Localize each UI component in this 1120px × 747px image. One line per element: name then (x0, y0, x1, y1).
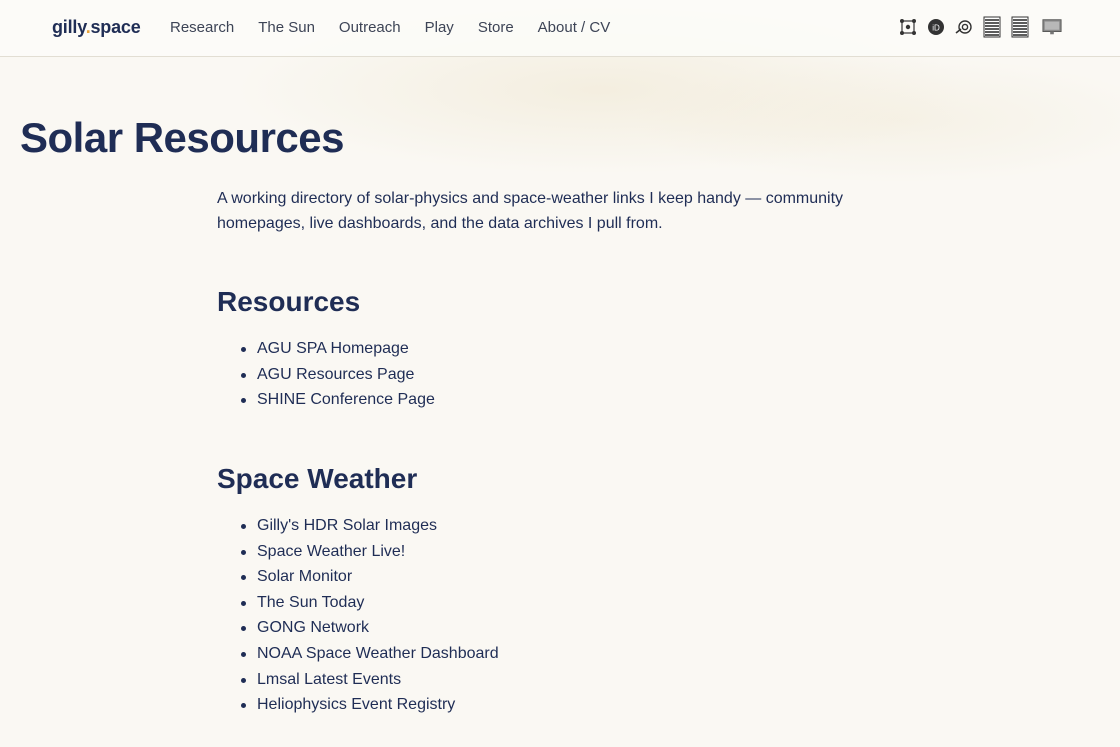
list-item: NOAA Space Weather Dashboard (241, 641, 499, 667)
intro-paragraph: A working directory of solar-physics and… (217, 190, 844, 232)
section-heading-space-weather: Space Weather (217, 463, 418, 494)
network-icon[interactable] (898, 16, 918, 38)
list-item: AGU SPA Homepage (241, 336, 435, 362)
link-noaa-dashboard[interactable]: NOAA Space Weather Dashboard (257, 645, 499, 662)
list-item: GONG Network (241, 615, 499, 641)
link-space-weather-live[interactable]: Space Weather Live! (257, 543, 405, 560)
list-item: SHINE Conference Page (241, 387, 435, 413)
nav-link-play[interactable]: Play (425, 19, 454, 36)
list-item: Gilly's HDR Solar Images (241, 513, 499, 539)
link-agu-resources-page[interactable]: AGU Resources Page (257, 366, 414, 383)
nav-link-research[interactable]: Research (170, 19, 234, 36)
list-item: Lmsal Latest Events (241, 667, 499, 693)
brand-suffix: space (90, 17, 141, 37)
section-heading-resources: Resources (217, 286, 361, 317)
list-item: AGU Resources Page (241, 362, 435, 388)
nav-link-about-cv[interactable]: About / CV (538, 19, 611, 36)
list-item: Solar Monitor (241, 564, 499, 590)
brand-prefix: gilly (52, 17, 86, 37)
page-title: Solar Resources (20, 114, 345, 161)
svg-text:iD: iD (932, 24, 940, 33)
main-nav: Research The Sun Outreach Play Store Abo… (170, 19, 634, 36)
nav-link-store[interactable]: Store (478, 19, 514, 36)
list-item: Space Weather Live! (241, 539, 499, 565)
link-solar-monitor[interactable]: Solar Monitor (257, 568, 352, 585)
nav-link-the-sun[interactable]: The Sun (258, 19, 315, 36)
space-weather-list: Gilly's HDR Solar Images Space Weather L… (241, 513, 499, 718)
orcid-icon[interactable]: iD (926, 16, 946, 38)
resources-list: AGU SPA Homepage AGU Resources Page SHIN… (241, 336, 435, 413)
document-alt-icon[interactable] (1010, 16, 1030, 38)
document-icon[interactable] (982, 16, 1002, 38)
link-hdr-solar-images[interactable]: Gilly's HDR Solar Images (257, 517, 437, 534)
list-item: The Sun Today (241, 590, 499, 616)
list-item: Heliophysics Event Registry (241, 692, 499, 718)
ads-icon[interactable] (954, 16, 974, 38)
link-lmsal-latest-events[interactable]: Lmsal Latest Events (257, 671, 401, 688)
link-heliophysics-event-registry[interactable]: Heliophysics Event Registry (257, 696, 455, 713)
monitor-icon[interactable] (1042, 16, 1062, 38)
link-gong-network[interactable]: GONG Network (257, 619, 369, 636)
link-the-sun-today[interactable]: The Sun Today (257, 594, 364, 611)
nav-link-outreach[interactable]: Outreach (339, 19, 401, 36)
link-shine-conference-page[interactable]: SHINE Conference Page (257, 391, 435, 408)
top-nav-bar: gilly.space Research The Sun Outreach Pl… (0, 0, 1120, 57)
link-agu-spa-homepage[interactable]: AGU SPA Homepage (257, 340, 409, 357)
site-logo-link[interactable]: gilly.space (52, 17, 141, 38)
social-icon-bar: iD (898, 16, 1070, 38)
